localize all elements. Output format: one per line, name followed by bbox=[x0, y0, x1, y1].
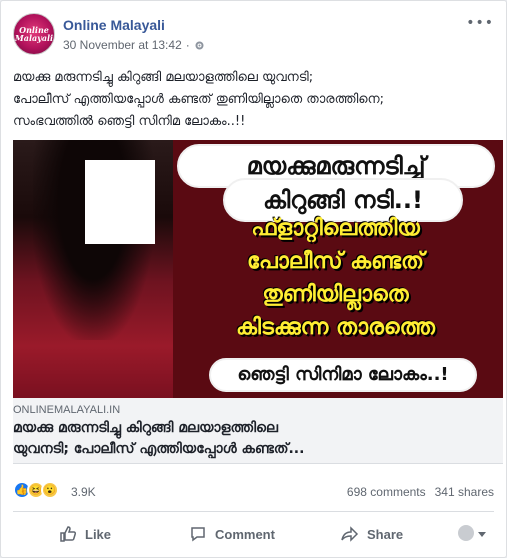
post-text-line: പോലീസ് എത്തിയപ്പോൾ കണ്ടത് തുണിയില്ലാതെ ത… bbox=[13, 92, 384, 107]
comment-label: Comment bbox=[215, 526, 275, 542]
share-arrow-icon bbox=[341, 526, 359, 542]
avatar-logo-text: Online Malayali bbox=[14, 25, 54, 43]
link-title-line: മയക്കു മരുന്നടിച്ചു കിറുങ്ങി മലയാളത്തിലെ bbox=[13, 420, 278, 436]
like-button[interactable]: Like bbox=[59, 525, 111, 543]
chevron-down-icon bbox=[478, 526, 486, 541]
link-title-line: യുവനടി; പോലീസ് എത്തിയപ്പോൾ കണ്ടത്... bbox=[13, 441, 305, 457]
link-preview-caption[interactable]: ONLINEMALAYALI.IN മയക്കു മരുന്നടിച്ചു കി… bbox=[13, 398, 503, 464]
share-label: Share bbox=[367, 526, 404, 542]
post-text-line: മയക്കു മരുന്നടിച്ചു കിറുങ്ങി മലയാളത്തിലെ… bbox=[13, 70, 314, 85]
post-card: Online Malayali Online Malayali 30 Novem… bbox=[0, 0, 507, 558]
viewer-avatar bbox=[458, 525, 474, 541]
like-label: Like bbox=[85, 526, 112, 542]
link-preview-image[interactable]: മയക്കുമരുന്നടിച്ച് കിറുങ്ങി നടി..! ഫ്ളാറ… bbox=[13, 140, 503, 398]
gear-icon bbox=[194, 40, 205, 51]
post-header: Online Malayali Online Malayali 30 Novem… bbox=[13, 13, 494, 57]
shares-count[interactable]: 341 shares bbox=[435, 485, 494, 499]
banner-footer: ഞെട്ടി സിനിമാ ലോകം..! bbox=[209, 358, 477, 392]
thumbs-up-icon bbox=[60, 526, 77, 542]
banner-yellow-line: കിടക്കുന്ന താരത്തെ bbox=[236, 315, 435, 340]
banner-yellow-line: പോലീസ് കണ്ടത് bbox=[247, 249, 424, 274]
banner-yellow-line: തുണിയില്ലാതെ bbox=[262, 282, 409, 307]
more-options-icon[interactable]: ••• bbox=[466, 15, 494, 31]
link-domain: ONLINEMALAYALI.IN bbox=[13, 404, 121, 416]
reaction-count[interactable]: 3.9K bbox=[71, 485, 96, 499]
meta-separator: · bbox=[185, 38, 190, 52]
share-button[interactable]: Share bbox=[341, 525, 403, 543]
comment-button[interactable]: Comment bbox=[189, 525, 275, 543]
comment-icon bbox=[191, 527, 205, 542]
reactions-bar: 👍 😆 😮 3.9K 698 comments 341 shares bbox=[13, 479, 494, 503]
post-stats: 698 comments 341 shares bbox=[347, 485, 494, 499]
page-avatar[interactable]: Online Malayali bbox=[13, 13, 55, 55]
reaction-icons[interactable]: 👍 😆 😮 bbox=[13, 481, 59, 499]
divider bbox=[13, 511, 494, 512]
link-title: മയക്കു മരുന്നടിച്ചു കിറുങ്ങി മലയാളത്തിലെ… bbox=[13, 418, 499, 460]
page-name-link[interactable]: Online Malayali bbox=[63, 17, 165, 33]
wow-icon: 😮 bbox=[41, 481, 59, 499]
banner-yellow-text: ഫ്ളാറ്റിലെത്തിയ പോലീസ് കണ്ടത് തുണിയില്ലാ… bbox=[183, 212, 488, 344]
viewer-selector[interactable] bbox=[458, 525, 486, 541]
comments-count[interactable]: 698 comments bbox=[347, 485, 426, 499]
post-meta: 30 November at 13:42 · bbox=[63, 38, 205, 52]
post-timestamp[interactable]: 30 November at 13:42 bbox=[63, 38, 182, 52]
post-text: മയക്കു മരുന്നടിച്ചു കിറുങ്ങി മലയാളത്തിലെ… bbox=[13, 67, 494, 133]
face-blur-box bbox=[85, 160, 155, 244]
banner-yellow-line: ഫ്ളാറ്റിലെത്തിയ bbox=[251, 216, 420, 241]
action-bar: Like Comment Share bbox=[13, 515, 494, 553]
post-text-line: സംഭവത്തിൽ ഞെട്ടി സിനിമ ലോകം..!! bbox=[13, 114, 246, 129]
